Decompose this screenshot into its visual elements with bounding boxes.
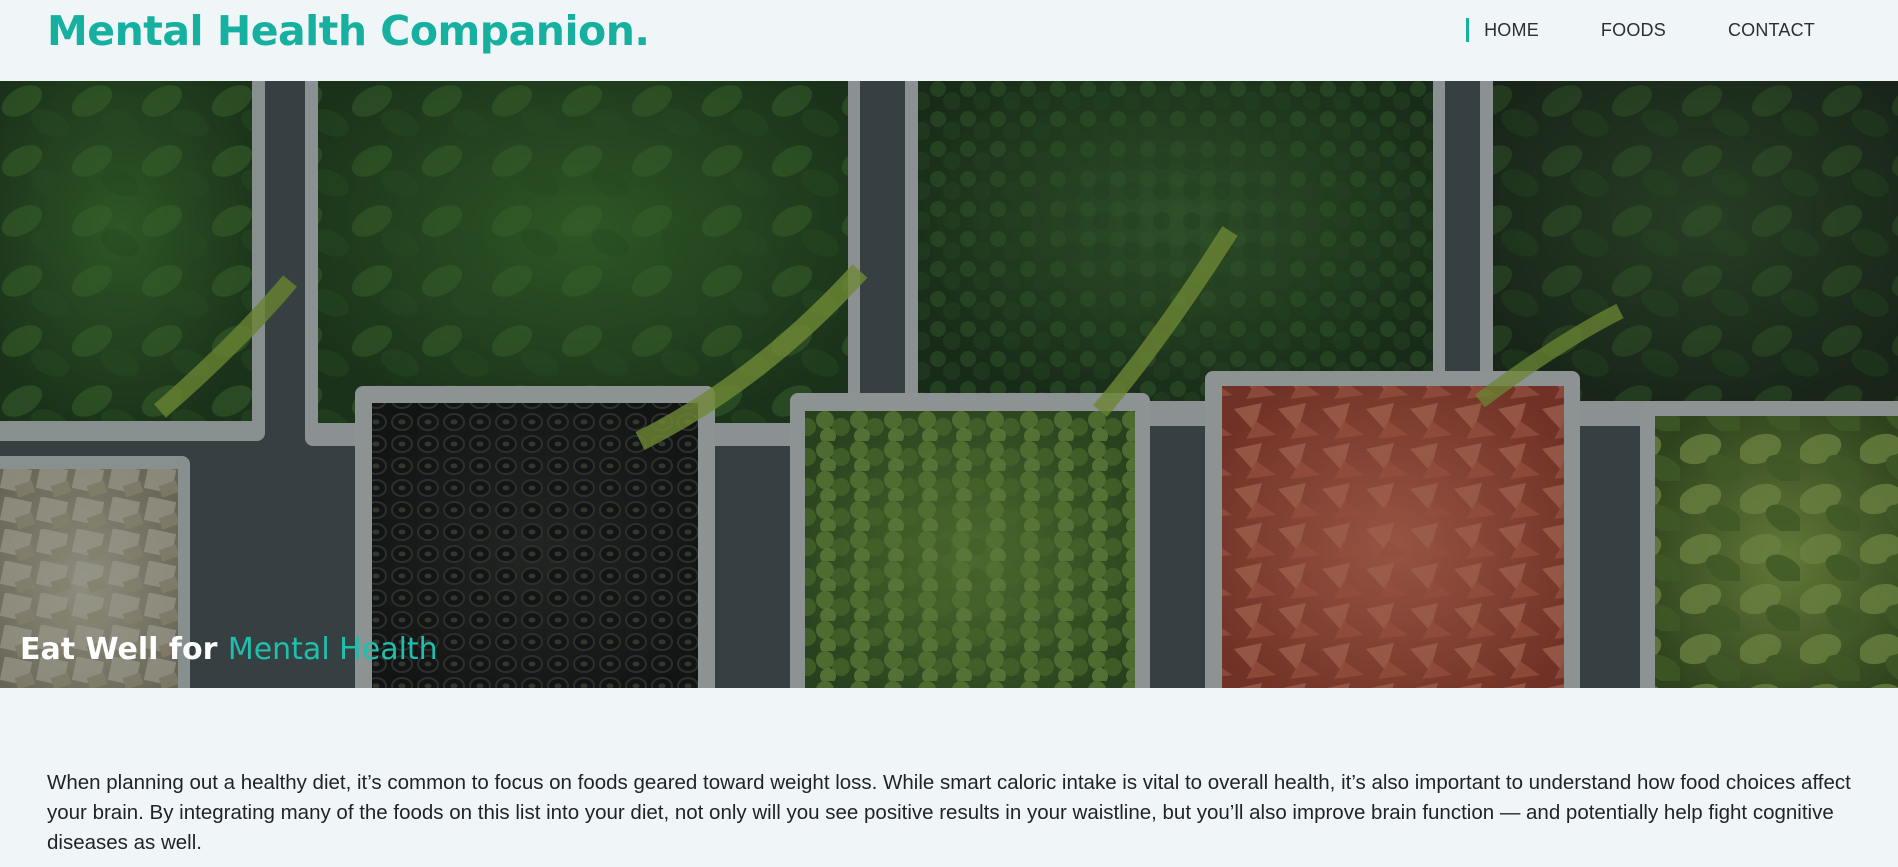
hero-dim-overlay [0, 81, 1898, 688]
nav-contact-link[interactable]: CONTACT [1728, 17, 1815, 43]
hero-title-strong: Eat Well for [20, 632, 218, 667]
main-nav: HOME FOODS CONTACT [1466, 17, 1815, 43]
hero-title-accent: Mental Health [227, 632, 438, 667]
site-header: Mental Health Companion. HOME FOODS CONT… [0, 0, 1898, 81]
nav-foods-link[interactable]: FOODS [1601, 17, 1666, 43]
nav-home-link[interactable]: HOME [1466, 17, 1539, 43]
site-logo[interactable]: Mental Health Companion. [47, 4, 650, 58]
intro-paragraph: When planning out a healthy diet, it’s c… [47, 771, 1851, 854]
hero-banner: Eat Well for Mental Health [0, 81, 1898, 688]
hero-title: Eat Well for Mental Health [20, 630, 438, 670]
